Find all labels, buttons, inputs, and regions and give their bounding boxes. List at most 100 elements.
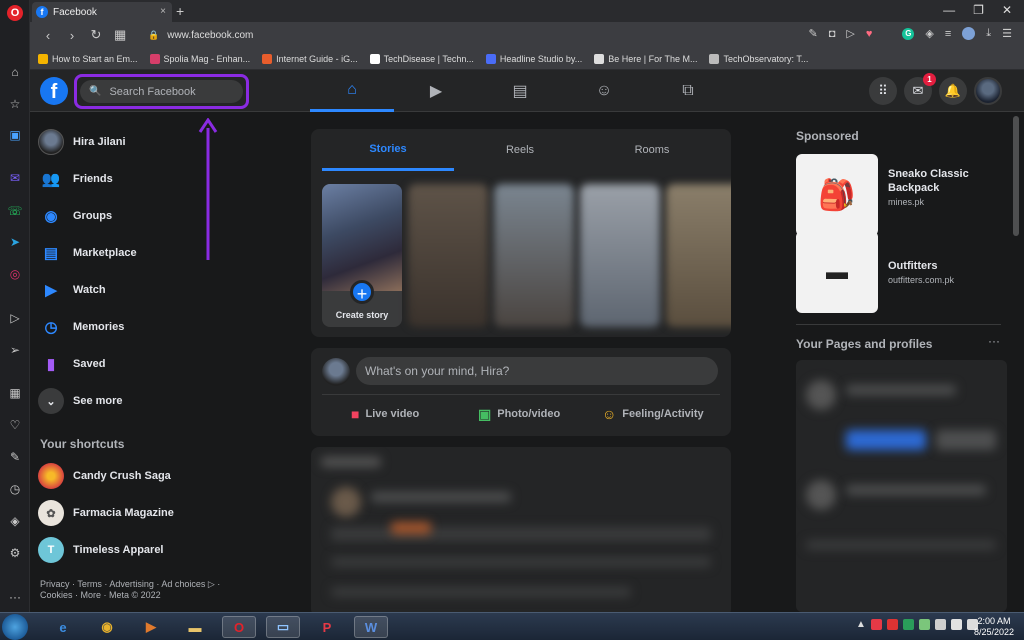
tray-app-icon[interactable]	[902, 619, 914, 630]
bookmark-item[interactable]: Be Here | For The M...	[594, 53, 697, 64]
sidebar-item-profile[interactable]: Hira Jilani	[38, 126, 126, 158]
favorite-icon[interactable]: ♥	[866, 28, 873, 40]
messenger-icon[interactable]: ✉	[7, 170, 23, 186]
opera-taskbar-icon[interactable]: O	[222, 616, 256, 638]
remote-desktop-icon[interactable]: ▭	[266, 616, 300, 638]
history-icon[interactable]: ◷	[7, 481, 23, 497]
show-hidden-icon[interactable]: ▲	[856, 619, 866, 630]
internet-explorer-icon[interactable]: e	[46, 616, 80, 638]
player-icon[interactable]: ▷	[7, 310, 23, 326]
easy-setup-icon[interactable]: ☰	[1002, 27, 1012, 40]
scrollbar[interactable]	[1012, 112, 1020, 612]
media-player-icon[interactable]: ▶	[134, 616, 168, 638]
menu-icon[interactable]: ≡	[945, 28, 951, 40]
sidebar-item-saved[interactable]: ▮ Saved	[38, 348, 106, 380]
sidebar-item-watch[interactable]: ▶ Watch	[38, 274, 105, 306]
composer-input[interactable]: What's on your mind, Hira?	[356, 357, 718, 385]
tab-home[interactable]: ⌂	[310, 70, 394, 112]
pdf-app-icon[interactable]: P	[310, 616, 344, 638]
grammarly-icon[interactable]: G	[902, 27, 915, 40]
camera-icon[interactable]: ◘	[829, 28, 836, 40]
tray-app-icon[interactable]	[934, 619, 946, 630]
photo-video-button[interactable]: ▣ Photo/video	[478, 400, 560, 428]
tray-app-icon[interactable]	[886, 619, 898, 630]
network-icon[interactable]	[950, 619, 962, 630]
opera-logo[interactable]: O	[7, 5, 23, 21]
send-icon[interactable]: ➢	[7, 342, 23, 358]
back-icon[interactable]: ‹	[42, 28, 54, 43]
tab-facebook[interactable]: f Facebook ×	[32, 2, 172, 22]
sidebar-item-marketplace[interactable]: ▤ Marketplace	[38, 237, 137, 269]
tab-rooms[interactable]: Rooms	[586, 129, 718, 171]
close-window-button[interactable]: ✕	[1002, 3, 1012, 17]
profile-icon[interactable]	[962, 27, 976, 40]
tab-groups[interactable]: ☺	[562, 70, 646, 112]
footer-links[interactable]: Privacy · Terms · Advertising · Ad choic…	[40, 579, 230, 601]
forward-icon[interactable]: ›	[66, 28, 78, 43]
word-icon[interactable]: W	[354, 616, 388, 638]
whatsapp-icon[interactable]: ☏	[7, 203, 23, 219]
tab-stories[interactable]: Stories	[322, 129, 454, 171]
bookmark-item[interactable]: Internet Guide - iG...	[262, 53, 358, 64]
sidebar-item-memories[interactable]: ◷ Memories	[38, 311, 124, 343]
minimize-button[interactable]: —	[943, 3, 955, 17]
bookmark-item[interactable]: TechDisease | Techn...	[369, 53, 474, 64]
workspace-icon[interactable]: ▣	[7, 127, 23, 143]
sidebar-item-friends[interactable]: 👥 Friends	[38, 163, 113, 195]
tab-marketplace[interactable]: ▤	[478, 70, 562, 112]
instagram-icon[interactable]: ◎	[7, 266, 23, 282]
more-options-icon[interactable]: ···	[988, 334, 1000, 348]
search-bar[interactable]: 🔍	[80, 80, 243, 103]
sidebar-item-groups[interactable]: ◉ Groups	[38, 200, 112, 232]
tab-reels[interactable]: Reels	[454, 129, 586, 171]
story-card[interactable]	[580, 184, 660, 327]
maximize-button[interactable]: ❐	[973, 3, 984, 17]
settings-icon[interactable]: ⚙	[7, 545, 23, 561]
cube-icon[interactable]: ◈	[7, 513, 23, 529]
tab-close-icon[interactable]: ×	[160, 6, 166, 17]
plus-icon[interactable]: +	[350, 280, 374, 304]
tab-gaming[interactable]: ⧉	[646, 70, 730, 112]
search-input[interactable]	[109, 85, 240, 98]
create-story-card[interactable]: + Create story	[322, 184, 402, 327]
send-icon[interactable]: ▷	[846, 27, 854, 40]
facebook-logo[interactable]: f	[40, 77, 68, 105]
heart-icon[interactable]: ♡	[7, 417, 23, 433]
chrome-icon[interactable]: ◉	[90, 616, 124, 638]
scrollbar-thumb[interactable]	[1013, 116, 1019, 236]
star-icon[interactable]: ☆	[7, 96, 23, 112]
sidebar-item-see-more[interactable]: ⌄ See more	[38, 385, 123, 417]
reload-icon[interactable]: ↻	[90, 27, 102, 43]
lock-icon[interactable]: 🔒	[148, 30, 159, 41]
story-card[interactable]	[408, 184, 488, 327]
apps-icon[interactable]: ▦	[7, 385, 23, 401]
story-card[interactable]	[494, 184, 574, 327]
bookmark-item[interactable]: Spolia Mag - Enhan...	[149, 53, 250, 64]
tray-app-icon[interactable]	[918, 619, 930, 630]
edit-icon[interactable]: ✎	[808, 27, 817, 40]
shortcut-candy-crush[interactable]: Candy Crush Saga	[38, 460, 171, 492]
tab-watch[interactable]: ▶	[394, 70, 478, 112]
account-avatar[interactable]	[974, 77, 1002, 105]
url-field[interactable]: www.facebook.com	[167, 30, 253, 41]
tabs-grid-icon[interactable]: ▦	[114, 27, 126, 43]
edit-icon[interactable]: ✎	[7, 449, 23, 465]
bookmark-item[interactable]: TechObservatory: T...	[709, 53, 808, 64]
shortcut-timeless-apparel[interactable]: T Timeless Apparel	[38, 534, 164, 566]
home-icon[interactable]: ⌂	[7, 64, 23, 80]
feeling-activity-button[interactable]: ☺ Feeling/Activity	[602, 400, 704, 428]
file-explorer-icon[interactable]: ▬	[178, 616, 212, 638]
extensions-icon[interactable]: ◈	[925, 27, 933, 40]
clock[interactable]: 2:00 AM 8/25/2022	[966, 616, 1022, 638]
notifications-button[interactable]: 🔔	[939, 77, 967, 105]
ad-sneako-backpack[interactable]: 🎒 Sneako Classic Backpack mines.pk	[796, 154, 978, 236]
composer-avatar[interactable]	[322, 358, 350, 386]
shortcut-farmacia[interactable]: ✿ Farmacia Magazine	[38, 497, 174, 529]
download-icon[interactable]: ⤓	[986, 27, 991, 40]
new-tab-button[interactable]: +	[176, 3, 184, 19]
more-icon[interactable]: ···	[7, 589, 23, 605]
start-button[interactable]	[2, 614, 28, 640]
ad-outfitters[interactable]: ▬ Outfitters outfitters.com.pk	[796, 231, 978, 313]
story-card[interactable]	[666, 184, 731, 327]
live-video-button[interactable]: ■ Live video	[351, 400, 419, 428]
